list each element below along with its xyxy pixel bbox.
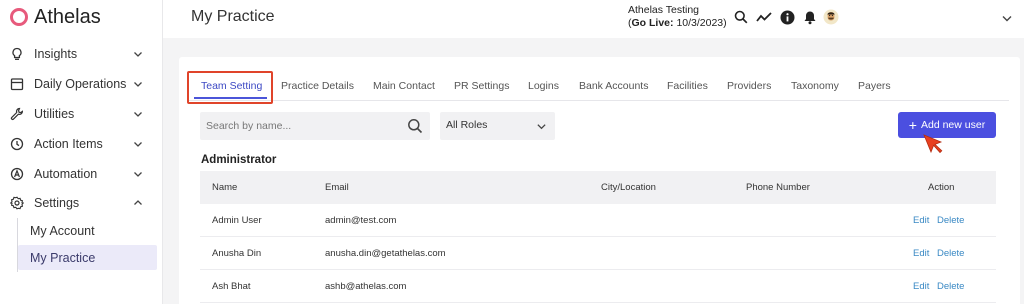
cell-name: Admin User [212,215,262,226]
edit-link[interactable]: Edit [913,215,929,226]
sidebar-item-settings[interactable]: Settings [0,188,163,218]
plus-icon: + [908,117,917,133]
cursor-pointer-icon [923,134,943,154]
role-filter-value: All Roles [446,119,488,131]
app-logo[interactable]: Athelas [10,6,101,28]
practice-switcher[interactable]: Athelas Testing (Go Live: 10/3/2023) [628,4,727,30]
bulb-icon [10,47,24,61]
go-live-date: 10/3/2023 [676,17,724,29]
chevron-up-icon [134,200,142,205]
delete-link[interactable]: Delete [937,248,964,259]
delete-link[interactable]: Delete [937,281,964,292]
column-header-email: Email [325,182,349,193]
sidebar-item-label: Utilities [34,107,75,121]
tab-bank-accounts[interactable]: Bank Accounts [579,71,648,101]
cell-name: Ash Bhat [212,281,251,292]
delete-link[interactable]: Delete [937,215,964,226]
sidebar-item-action-items[interactable]: Action Items [0,129,163,159]
search-box [200,112,430,140]
bell-icon[interactable] [802,9,818,25]
gear-icon [10,196,24,210]
info-icon[interactable] [779,9,795,25]
table-header: Name Email City/Location Phone Number Ac… [200,171,996,204]
top-header: My Practice Athelas Testing (Go Live: 10… [163,0,1024,38]
sidebar-item-automation[interactable]: Automation [0,159,163,189]
tab-facilities[interactable]: Facilities [667,71,708,101]
cell-name: Anusha Din [212,248,262,259]
sidebar-item-label: Insights [34,47,78,61]
analytics-icon[interactable] [756,9,772,25]
org-name: Athelas Testing [628,4,700,16]
go-live-info: (Go Live: 10/3/2023) [628,17,727,29]
edit-link[interactable]: Edit [913,281,929,292]
tab-payers[interactable]: Payers [858,71,891,101]
settings-tabs: Team Setting Practice Details Main Conta… [187,71,1009,104]
chevron-down-icon [134,172,142,177]
clock-icon [10,137,24,151]
wrench-icon [10,107,24,121]
chevron-down-icon [134,82,142,87]
chevron-down-icon [134,112,142,117]
practice-settings-card: Team Setting Practice Details Main Conta… [179,57,1020,304]
cell-email: admin@test.com [325,215,397,226]
column-header-action: Action [928,182,955,193]
sidebar-item-insights[interactable]: Insights [0,39,163,69]
column-header-name: Name [212,182,238,193]
chevron-down-icon [134,142,142,147]
tab-providers[interactable]: Providers [727,71,771,101]
search-icon[interactable] [407,118,423,134]
sidebar-item-label: Action Items [34,137,103,151]
logo-icon [10,8,28,26]
sidebar: Athelas Insights Daily Operations Utilit… [0,0,163,304]
avatar-icon[interactable] [823,9,839,25]
table-row: Anusha Din anusha.din@getathelas.com Edi… [200,237,996,270]
chevron-down-icon [134,52,142,57]
table-row: Ash Bhat ashb@athelas.com Edit Delete [200,270,996,303]
tab-main-contact[interactable]: Main Contact [373,71,435,101]
role-filter-select[interactable]: All Roles [440,112,555,140]
tab-pr-settings[interactable]: PR Settings [454,71,509,101]
tab-practice-details[interactable]: Practice Details [281,71,354,101]
page-title: My Practice [191,8,275,25]
section-title-administrator: Administrator [201,154,277,166]
add-new-user-label: Add new user [920,119,986,131]
sidebar-item-label: Automation [34,167,98,181]
sidebar-item-label: Daily Operations [34,77,127,91]
sidebar-subitem-my-practice[interactable]: My Practice [18,245,157,270]
tab-taxonomy[interactable]: Taxonomy [791,71,839,101]
column-header-phone: Phone Number [746,182,810,193]
table-row: Admin User admin@test.com Edit Delete [200,204,996,237]
chevron-down-icon [537,124,546,130]
chevron-down-icon[interactable] [999,10,1015,26]
app-name: Athelas [34,5,101,28]
sidebar-subitem-my-account[interactable]: My Account [18,218,157,243]
cell-email: ashb@athelas.com [325,281,407,292]
sidebar-item-daily-operations[interactable]: Daily Operations [0,69,163,99]
edit-link[interactable]: Edit [913,248,929,259]
tab-logins[interactable]: Logins [528,71,559,101]
sidebar-item-utilities[interactable]: Utilities [0,99,163,129]
sidebar-item-label: Settings [34,196,80,210]
automation-icon [10,167,24,181]
add-new-user-button[interactable]: + Add new user [898,112,996,138]
column-header-city: City/Location [601,182,656,193]
go-live-label: Go Live: [631,17,674,29]
search-icon[interactable] [733,9,749,25]
cell-email: anusha.din@getathelas.com [325,248,446,259]
calendar-icon [10,77,24,91]
active-tab-underline [194,97,267,99]
search-input[interactable] [206,118,396,134]
